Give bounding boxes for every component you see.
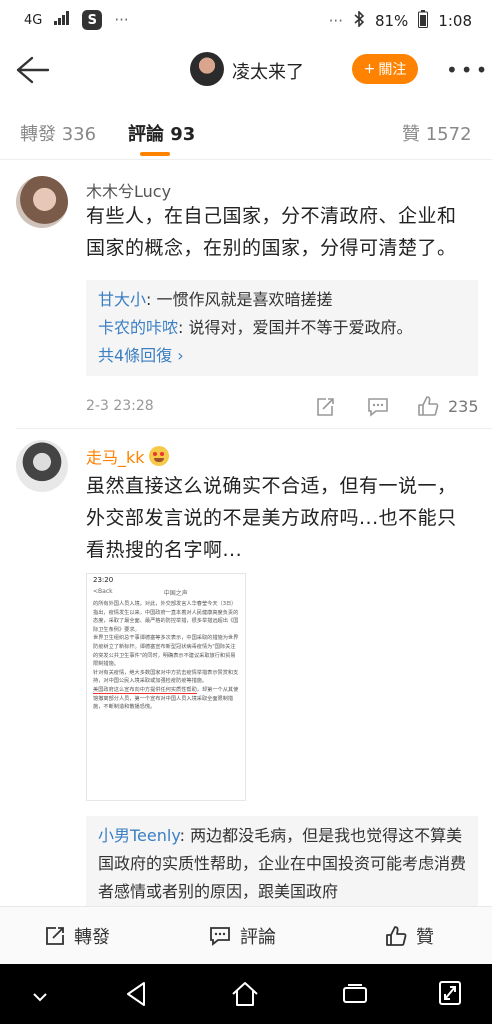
- image-nav: <Back 中国之声: [87, 586, 245, 598]
- bluetooth-icon: [353, 10, 365, 31]
- comment-avatar[interactable]: [16, 440, 68, 492]
- image-paragraph: 的所有外国人员入境。对此，外交部发言人华春莹今天（3日）指出，疫情发生以来，中国…: [93, 601, 239, 633]
- comment-username-wrap[interactable]: 走马_kk: [86, 444, 169, 468]
- reply-text: : 说得对，爱国并不等于爱政府。: [178, 318, 413, 337]
- reply-username[interactable]: 卡农的咔哝: [98, 318, 178, 337]
- signal-icon: [54, 11, 70, 29]
- more-notifications: ···: [328, 12, 343, 30]
- like-label: 贊: [416, 927, 434, 948]
- nav-back-icon[interactable]: [124, 980, 148, 1012]
- emoji-badge-icon: [148, 446, 169, 466]
- image-highlight: 美国政府这么宣布向中方提供任何实质性帮助: [93, 686, 197, 694]
- active-tab-indicator: [140, 152, 170, 156]
- reply-box[interactable]: 小男Teenly: 两边都没毛病，但是我也觉得这不算美国政府的实质性帮助，企业在…: [86, 816, 478, 906]
- like-button[interactable]: 235: [416, 394, 479, 418]
- back-button[interactable]: [12, 50, 52, 90]
- repost-icon: [46, 927, 64, 945]
- follow-button[interactable]: + 關注: [352, 54, 418, 84]
- image-source-label: 中国之声: [163, 590, 188, 597]
- author-name[interactable]: 凌太来了: [232, 58, 304, 84]
- repost-button[interactable]: 轉發: [44, 923, 110, 949]
- tab-comments[interactable]: 評論 93: [128, 120, 195, 146]
- share-icon[interactable]: [314, 396, 336, 422]
- author-avatar[interactable]: [190, 52, 224, 86]
- system-navigation-bar: [0, 964, 492, 1024]
- reply-text: : 一惯作风就是喜欢暗搓搓: [146, 290, 333, 309]
- header: 凌太来了 + 關注 •••: [0, 40, 492, 100]
- thumbs-up-icon: [386, 926, 407, 946]
- nav-expand-icon[interactable]: [438, 980, 462, 1010]
- reply-item: 卡农的咔哝: 说得对，爱国并不等于爱政府。: [98, 314, 466, 342]
- reply-item: 小男Teenly: 两边都没毛病，但是我也觉得这不算美国政府的实质性帮助，企业在…: [98, 822, 466, 906]
- comment-timestamp: 2-3 23:28: [86, 398, 154, 414]
- comment-text: 有些人，在自己国家，分不清政府、企业和 国家的概念，在别的国家，分得可清楚了。: [86, 200, 482, 264]
- comment-username[interactable]: 木木兮Lucy: [86, 178, 171, 202]
- like-action-button[interactable]: 贊: [384, 923, 434, 949]
- image-back-label: <Back: [93, 588, 113, 595]
- comment-text-line: 国家的概念，在别的国家，分得可清楚了。: [86, 237, 457, 259]
- more-options-icon[interactable]: •••: [446, 58, 490, 82]
- tab-repost[interactable]: 轉發 336: [20, 120, 96, 146]
- comment-button[interactable]: 評論: [208, 923, 276, 949]
- comment-text-line: 虽然直接这么说确实不合适，但有一说一，: [86, 475, 457, 497]
- comment-text-line: 有些人，在自己国家，分不清政府、企业和: [86, 205, 457, 227]
- comment-text: 虽然直接这么说确实不合适，但有一说一， 外交部发言说的不是美方政府吗...也不能…: [86, 470, 482, 566]
- image-paragraph: 世界卫生组织总干事谭德塞等多次表示，中国采取的措施为世界防疫树立了新标杆。谭德塞…: [93, 635, 239, 668]
- comment-icon[interactable]: [366, 396, 390, 422]
- status-bar: 4G S ··· ··· 81% 1:08: [0, 0, 492, 40]
- nav-home-icon[interactable]: [230, 980, 260, 1012]
- reply-username[interactable]: 小男Teenly: [98, 826, 180, 845]
- image-status-time: 23:20: [93, 576, 114, 584]
- more-replies-link[interactable]: 共4條回復 ›: [98, 342, 466, 370]
- notification-dots: ···: [114, 11, 129, 29]
- image-article-text: 的所有外国人员入境。对此，外交部发言人华春莹今天（3日）指出，疫情发生以来，中国…: [87, 598, 245, 714]
- tab-likes[interactable]: 贊 1572: [402, 120, 472, 146]
- attached-image[interactable]: 23:20 <Back 中国之声 的所有外国人员入境。对此，外交部发言人华春莹今…: [86, 573, 246, 801]
- reply-username[interactable]: 甘大小: [98, 290, 146, 309]
- notification-app-icon: S: [82, 10, 103, 30]
- clock: 1:08: [438, 12, 472, 30]
- battery-percent: 81%: [374, 12, 409, 30]
- comment-avatar[interactable]: [16, 176, 68, 228]
- back-arrow-icon: [16, 56, 50, 84]
- image-paragraph: 针对有关疫情，绝大多数国家对中方抗击疫情举措表示赞赏和支持，对中国公民入境采取或…: [93, 669, 239, 685]
- plus-icon: +: [363, 61, 376, 77]
- reply-box[interactable]: 甘大小: 一惯作风就是喜欢暗搓搓 卡农的咔哝: 说得对，爱国并不等于爱政府。 共…: [86, 280, 478, 376]
- comment-text-line: 外交部发言说的不是美方政府吗...也不能只: [86, 507, 457, 529]
- comment-label: 評論: [240, 927, 276, 948]
- reply-item: 甘大小: 一惯作风就是喜欢暗搓搓: [98, 286, 466, 314]
- comment-username: 走马_kk: [86, 448, 145, 467]
- like-count: 235: [448, 396, 479, 416]
- thumbs-up-icon: [418, 396, 439, 416]
- follow-label: 關注: [378, 62, 407, 78]
- battery-icon: [418, 10, 429, 32]
- divider: [16, 428, 492, 429]
- repost-label: 轉發: [74, 927, 110, 948]
- nav-recents-icon[interactable]: [342, 982, 368, 1010]
- comment-text-line: 看热搜的名字啊...: [86, 539, 243, 561]
- chevron-down-icon[interactable]: [32, 988, 48, 1007]
- comment-bubble-icon: [210, 927, 230, 946]
- network-indicator: 4G: [24, 12, 43, 28]
- tab-bar: 轉發 336 評論 93 贊 1572: [0, 100, 492, 160]
- action-bar: 轉發 評論 贊: [0, 906, 492, 964]
